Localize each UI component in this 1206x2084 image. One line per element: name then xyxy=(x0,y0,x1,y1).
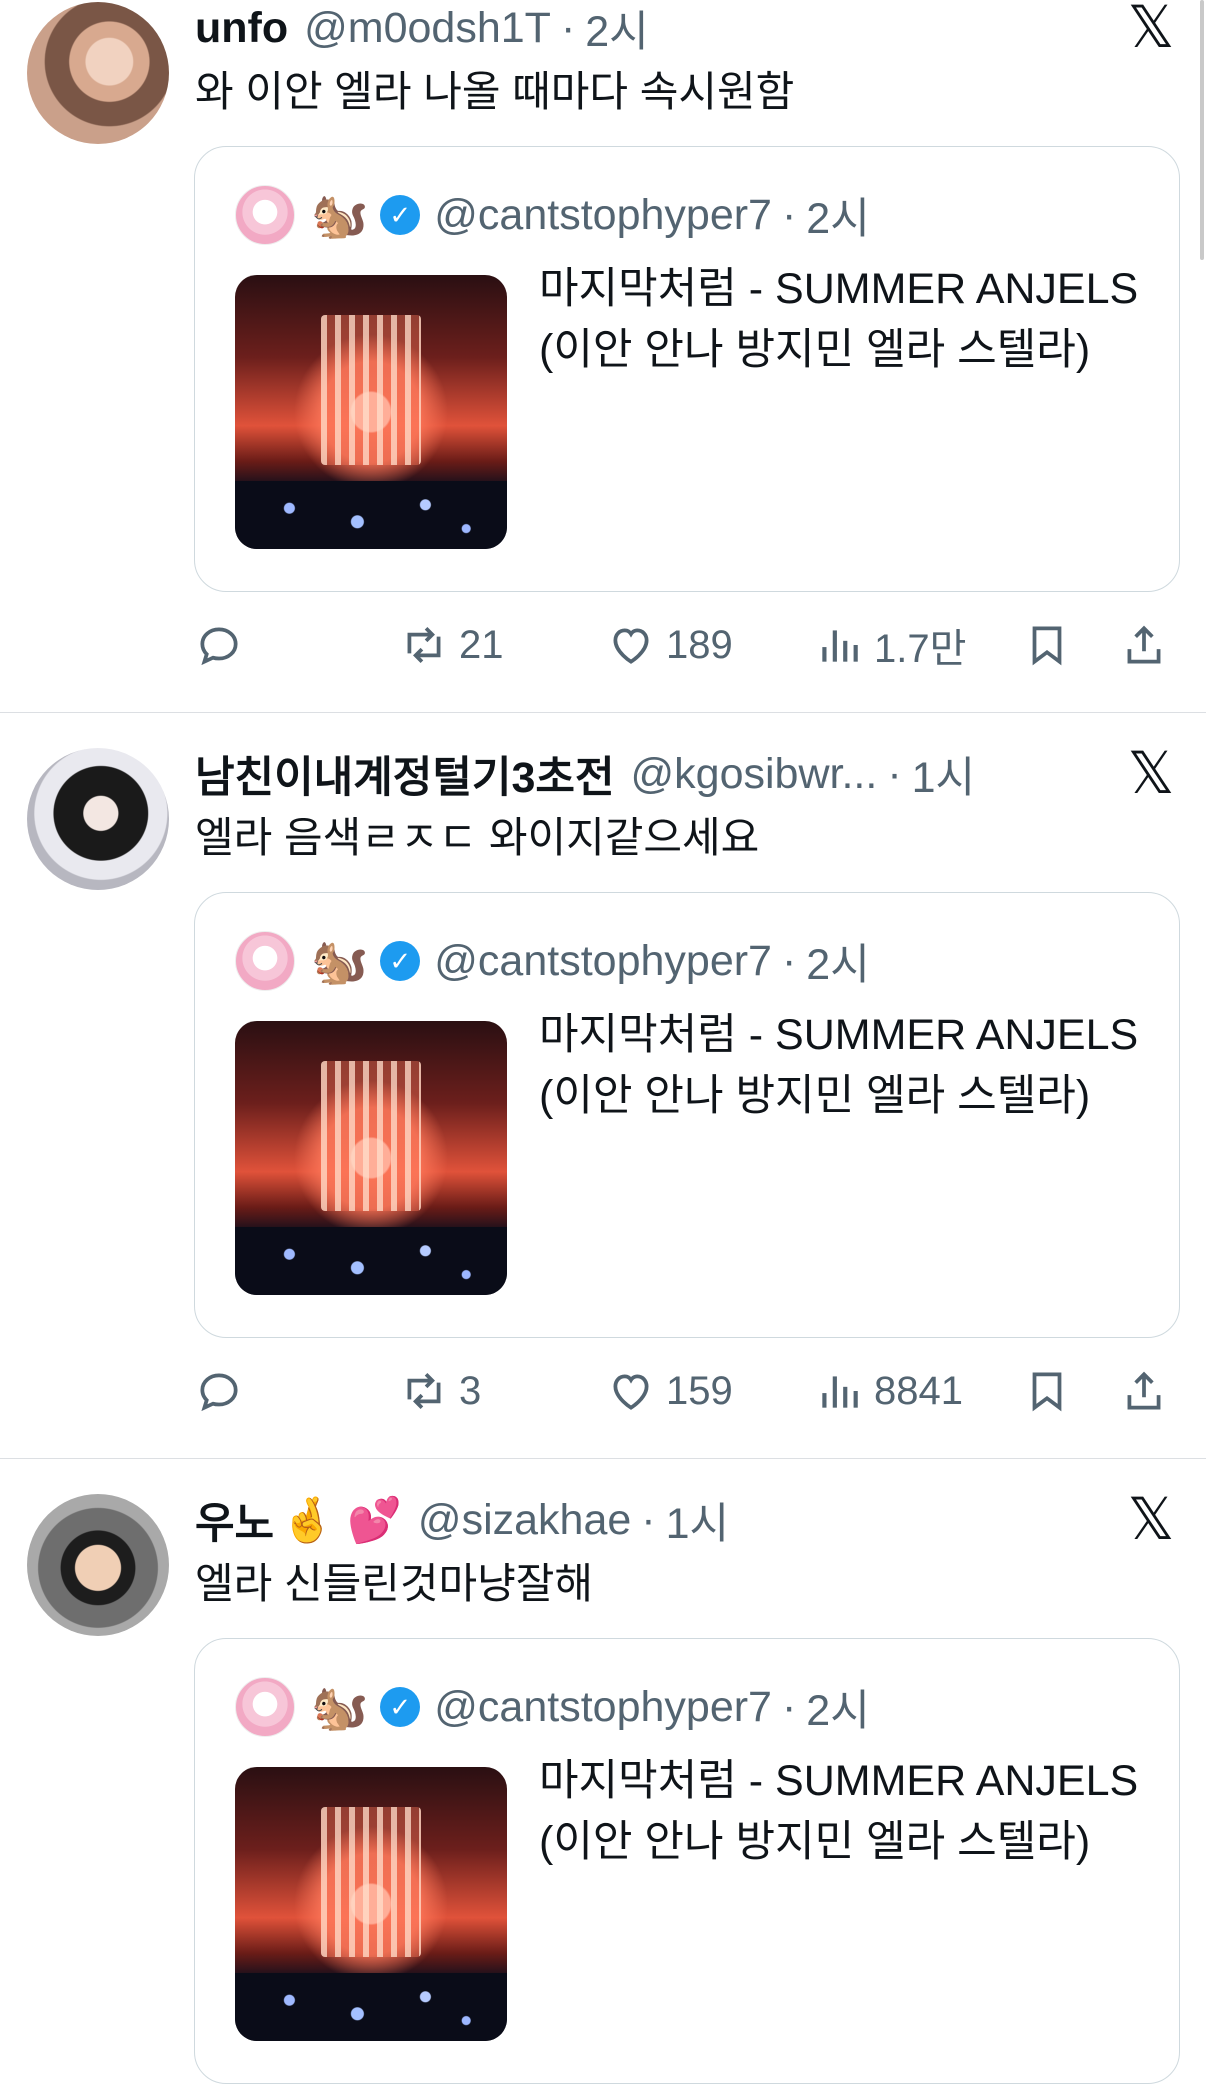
tweet-text: 엘라 음색ㄹㅈㄷ 와이지같으세요 xyxy=(195,814,760,861)
quoted-handle: @cantstophyper7 xyxy=(434,936,772,985)
tweet-divider xyxy=(0,1458,1206,1459)
views-icon xyxy=(822,1376,858,1408)
bookmark-icon xyxy=(1032,1372,1062,1412)
retweet-icon xyxy=(407,627,441,663)
quoted-handle: @cantstophyper7 xyxy=(434,190,772,239)
separator: · xyxy=(781,1682,797,1731)
quoted-timestamp: 2시 xyxy=(806,1687,870,1735)
retweet-count: 3 xyxy=(459,1368,482,1413)
avatar[interactable] xyxy=(27,2,169,144)
separator: · xyxy=(641,1495,656,1544)
quoted-handle: @cantstophyper7 xyxy=(434,1682,772,1731)
user-handle[interactable]: @kgosibwr... xyxy=(631,750,878,799)
x-logo-icon[interactable]: 𝕏 xyxy=(1124,0,1178,56)
quoted-tweet-header: 🐿️ ✓ @cantstophyper7 · 2시 xyxy=(235,931,870,991)
verified-badge-icon: ✓ xyxy=(380,195,421,235)
display-name[interactable]: 우노 xyxy=(195,1489,274,1551)
display-name[interactable]: 남친이내계정털기3초전 xyxy=(195,743,615,805)
heart-icon xyxy=(613,1374,649,1410)
x-logo-icon[interactable]: 𝕏 xyxy=(1124,1490,1178,1548)
squirrel-emoji: 🐿️ xyxy=(311,188,369,241)
bookmark-button[interactable] xyxy=(1022,1356,1072,1426)
tweet-text: 와 이안 엘라 나올 때마다 속시원함 xyxy=(195,68,795,115)
views-button[interactable]: 1.7만 xyxy=(814,610,966,680)
views-icon xyxy=(822,630,858,662)
action-bar: 3 159 8841 xyxy=(194,1356,1184,1426)
quoted-tweet[interactable]: 🐿️ ✓ @cantstophyper7 · 2시 마지막처럼 - SUMMER… xyxy=(194,146,1180,592)
like-count: 159 xyxy=(666,1368,733,1413)
squirrel-emoji: 🐿️ xyxy=(311,1680,369,1733)
tweet-text: 엘라 신들린것마냥잘해 xyxy=(195,1560,594,1607)
retweet-count: 21 xyxy=(459,622,504,667)
separator: · xyxy=(781,190,797,239)
quoted-avatar xyxy=(235,931,295,991)
timestamp[interactable]: 1시 xyxy=(666,1489,729,1551)
bookmark-icon xyxy=(1032,626,1062,666)
share-button[interactable] xyxy=(1119,610,1169,680)
timestamp[interactable]: 1시 xyxy=(912,743,975,805)
bookmark-button[interactable] xyxy=(1022,610,1072,680)
views-button[interactable]: 8841 xyxy=(814,1356,963,1426)
video-thumbnail[interactable] xyxy=(235,1021,507,1295)
separator: · xyxy=(781,936,797,985)
view-count: 8841 xyxy=(874,1368,963,1413)
squirrel-emoji: 🐿️ xyxy=(311,934,369,987)
retweet-icon xyxy=(407,1373,441,1409)
quoted-tweet-header: 🐿️ ✓ @cantstophyper7 · 2시 xyxy=(235,185,870,245)
video-thumbnail[interactable] xyxy=(235,1767,507,2041)
quoted-tweet[interactable]: 🐿️ ✓ @cantstophyper7 · 2시 마지막처럼 - SUMMER… xyxy=(194,892,1180,1338)
quoted-timestamp: 2시 xyxy=(806,941,870,989)
tweet-divider xyxy=(0,712,1206,713)
separator: · xyxy=(887,749,902,798)
user-handle[interactable]: @sizakhae xyxy=(418,1496,631,1545)
x-logo-icon[interactable]: 𝕏 xyxy=(1124,744,1178,802)
tweet-header: unfo @m0odsh1T · 2시 xyxy=(195,0,649,59)
reply-button[interactable] xyxy=(194,610,244,680)
name-emoji: 🤞 💕 xyxy=(280,1496,402,1545)
share-icon xyxy=(1127,1371,1161,1410)
reply-icon xyxy=(200,1373,238,1412)
display-name[interactable]: unfo xyxy=(195,4,288,53)
avatar[interactable] xyxy=(27,1494,169,1636)
separator: · xyxy=(560,3,576,52)
user-handle[interactable]: @m0odsh1T xyxy=(304,4,551,53)
share-button[interactable] xyxy=(1119,1356,1169,1426)
quoted-avatar xyxy=(235,185,295,245)
quoted-tweet-header: 🐿️ ✓ @cantstophyper7 · 2시 xyxy=(235,1677,870,1737)
heart-icon xyxy=(613,628,649,664)
like-button[interactable]: 159 xyxy=(606,1356,733,1426)
quoted-title: 마지막처럼 - SUMMER ANJELS (이안 안나 방지민 엘라 스텔라) xyxy=(539,265,1139,374)
scrollbar[interactable] xyxy=(1200,0,1204,260)
timestamp[interactable]: 2시 xyxy=(585,0,648,59)
view-count: 1.7만 xyxy=(874,627,967,671)
quoted-tweet[interactable]: 🐿️ ✓ @cantstophyper7 · 2시 마지막처럼 - SUMMER… xyxy=(194,1638,1180,2084)
quoted-avatar xyxy=(235,1677,295,1737)
tweet-header: 남친이내계정털기3초전 @kgosibwr... · 1시 xyxy=(195,743,975,805)
avatar[interactable] xyxy=(27,748,169,890)
quoted-title: 마지막처럼 - SUMMER ANJELS (이안 안나 방지민 엘라 스텔라) xyxy=(539,1011,1139,1120)
tweet-header: 우노 🤞 💕 @sizakhae · 1시 xyxy=(195,1489,729,1551)
quoted-timestamp: 2시 xyxy=(806,195,870,243)
video-thumbnail[interactable] xyxy=(235,275,507,549)
share-icon xyxy=(1127,625,1161,664)
reply-icon xyxy=(200,627,238,666)
reply-button[interactable] xyxy=(194,1356,244,1426)
action-bar: 21 189 1.7만 xyxy=(194,610,1184,680)
retweet-button[interactable]: 21 xyxy=(399,610,504,680)
verified-badge-icon: ✓ xyxy=(380,941,421,981)
like-button[interactable]: 189 xyxy=(606,610,733,680)
quoted-title: 마지막처럼 - SUMMER ANJELS (이안 안나 방지민 엘라 스텔라) xyxy=(539,1757,1139,1866)
like-count: 189 xyxy=(666,622,733,667)
verified-badge-icon: ✓ xyxy=(380,1687,421,1727)
retweet-button[interactable]: 3 xyxy=(399,1356,481,1426)
